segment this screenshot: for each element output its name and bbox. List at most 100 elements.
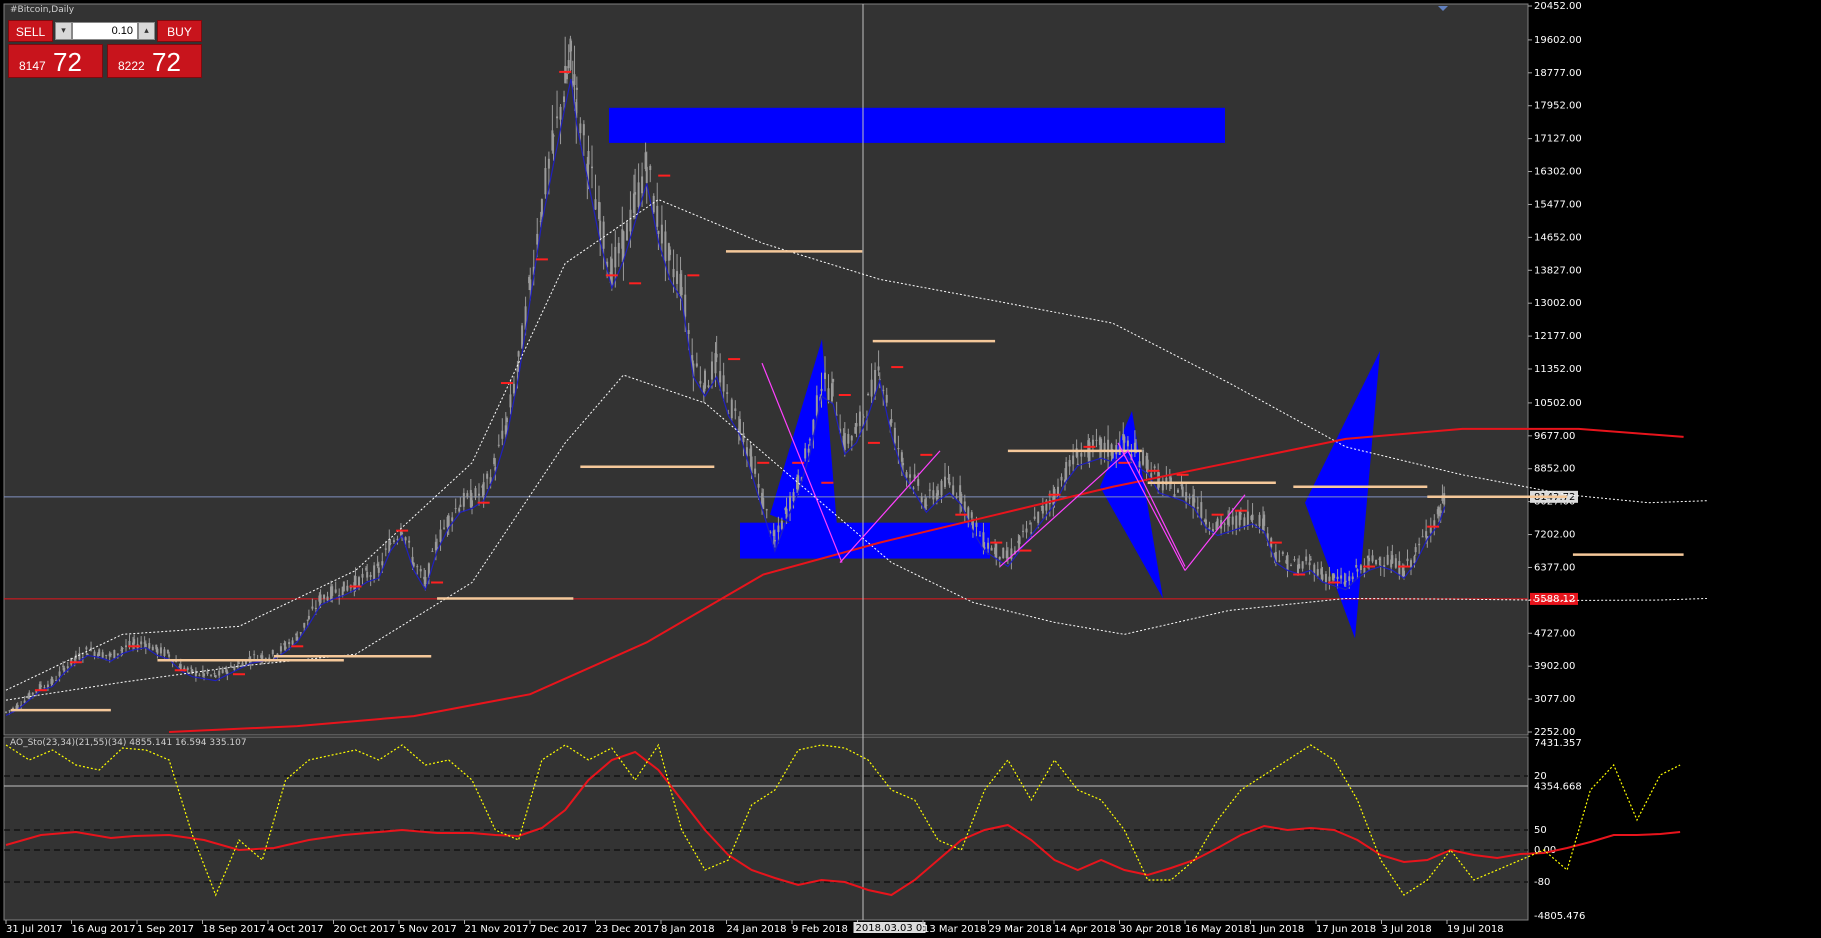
candle-body	[396, 538, 399, 540]
candle-body	[85, 647, 88, 650]
buy-button[interactable]: BUY	[157, 20, 202, 42]
candle-body	[1359, 565, 1362, 570]
candle-body	[937, 490, 939, 496]
candle-body	[334, 589, 337, 593]
indicator-axis-label: -4805.476	[1534, 911, 1585, 922]
candle-body	[471, 500, 473, 507]
candle-body	[462, 492, 465, 507]
lot-decrease-button[interactable]: ▾	[55, 22, 72, 40]
candle-body	[78, 652, 81, 660]
candle-body	[1301, 561, 1304, 569]
candle-body	[501, 430, 504, 439]
candle-body	[1193, 498, 1196, 503]
candle-body	[140, 641, 143, 645]
indicator-axis-label: 4354.668	[1534, 782, 1582, 793]
candle-body	[862, 416, 865, 418]
candle-body	[482, 482, 485, 496]
candle-body	[1107, 439, 1110, 457]
candle-body	[780, 520, 783, 530]
candle-body	[1394, 558, 1397, 568]
candle-body	[389, 543, 392, 545]
candle-body	[1185, 492, 1188, 501]
date-tick-label: 19 Jul 2018	[1447, 924, 1504, 935]
candle-body	[58, 671, 61, 676]
candle-body	[719, 371, 722, 383]
candle-body	[1336, 576, 1339, 579]
one-click-trade-panel: SELL ▾ ▴ BUY 8147 72 8222 72	[8, 20, 202, 78]
price-tick-label: 9677.00	[1534, 431, 1575, 442]
price-tick-label: 20452.00	[1534, 1, 1582, 12]
candle-body	[1126, 440, 1129, 447]
candle-body	[672, 268, 675, 278]
candle-body	[897, 448, 900, 450]
candle-body	[975, 522, 978, 527]
candle-body	[408, 540, 411, 543]
date-tick-label: 3 Jul 2018	[1382, 924, 1432, 935]
candle-body	[536, 233, 539, 245]
candle-body	[66, 666, 69, 668]
candle-body	[384, 548, 387, 550]
candle-body	[168, 654, 171, 657]
sell-price-button[interactable]: 8147 72	[8, 44, 103, 78]
candle-body	[699, 381, 702, 384]
candle-body	[439, 529, 442, 542]
candle-body	[1188, 497, 1191, 499]
lot-size-input[interactable]	[72, 22, 138, 40]
candle-body	[1340, 575, 1343, 579]
candle-body	[1150, 473, 1153, 478]
candle-body	[960, 493, 963, 505]
chart-canvas[interactable]: 20452.00 19602.00 18777.00 17952.00 17127.00…	[0, 0, 1821, 938]
chart-window[interactable]: 20452.00 19602.00 18777.00 17952.00 17127.00…	[0, 0, 1821, 938]
candle-body	[1409, 560, 1412, 567]
candle-body	[1368, 557, 1371, 562]
candle-body	[109, 654, 112, 656]
candle-body	[1308, 562, 1311, 566]
candle-body	[253, 654, 256, 656]
candle-body	[331, 586, 334, 597]
price-tick-label: 10502.00	[1534, 398, 1582, 409]
candle-body	[113, 650, 116, 659]
candle-body	[563, 96, 566, 103]
candle-body	[1258, 514, 1261, 527]
candle-body	[342, 581, 345, 592]
candle-body	[940, 480, 943, 496]
candle-body	[214, 675, 217, 678]
candle-body	[983, 547, 986, 549]
candle-body	[855, 423, 858, 427]
candle-body	[877, 366, 880, 371]
candle-body	[279, 646, 282, 652]
candle-body	[567, 60, 570, 69]
candle-body	[1403, 570, 1405, 577]
buy-price-button[interactable]: 8222 72	[107, 44, 202, 78]
candle-body	[622, 231, 625, 260]
candle-body	[1348, 576, 1351, 581]
candle-body	[1216, 518, 1219, 527]
candle-body	[594, 199, 597, 210]
candle-body	[159, 647, 162, 654]
candle-body	[556, 116, 559, 119]
candle-body	[1022, 530, 1025, 532]
candle-body	[16, 704, 19, 709]
candle-body	[792, 492, 795, 502]
candle-body	[602, 221, 605, 249]
candle-body	[987, 542, 990, 549]
candle-body	[807, 448, 810, 453]
candle-body	[1433, 520, 1436, 526]
candle-body	[1293, 559, 1296, 561]
candle-body	[369, 574, 372, 578]
lot-increase-button[interactable]: ▴	[138, 22, 155, 40]
candle-body	[1030, 532, 1033, 534]
candle-body	[765, 509, 768, 511]
buy-price-pips: 72	[152, 47, 181, 77]
candle-body	[575, 87, 578, 90]
sell-button[interactable]: SELL	[8, 20, 53, 42]
candle-body	[419, 568, 422, 572]
candle-body	[1153, 466, 1156, 469]
candle-body	[885, 394, 888, 403]
date-axis: 31 Jul 2017 16 Aug 2017 1 Sep 2017 18 Sep 2…	[5, 920, 1504, 935]
candle-body	[43, 687, 46, 689]
candle-body	[1123, 436, 1126, 443]
candle-body	[625, 222, 628, 241]
candle-body	[377, 567, 380, 573]
candle-body	[637, 182, 640, 208]
